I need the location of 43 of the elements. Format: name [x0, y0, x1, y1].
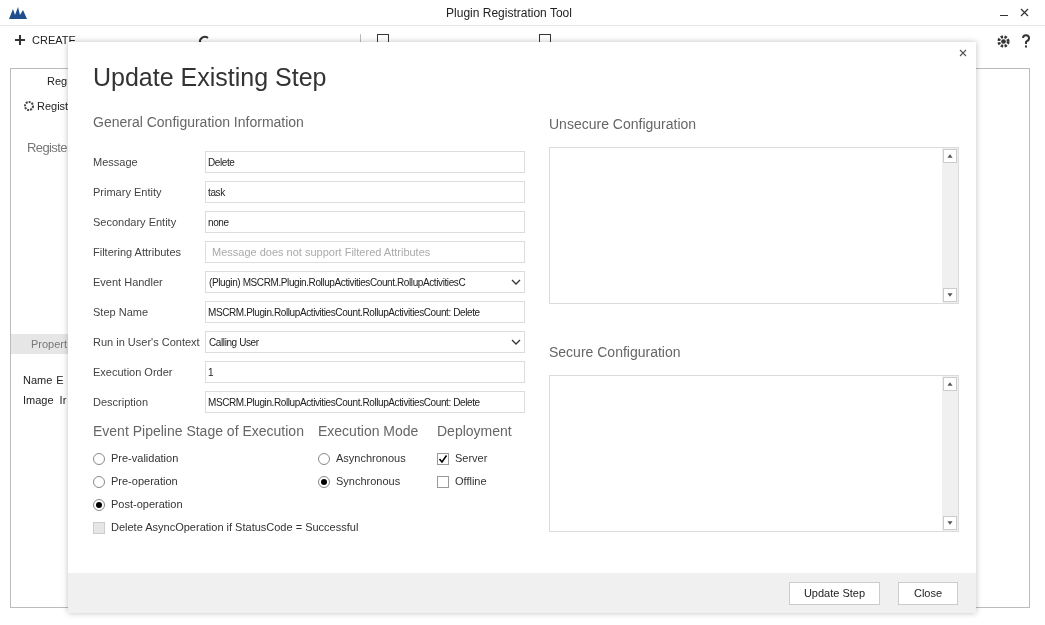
- field-label: Step Name: [93, 304, 150, 320]
- column-header: Name: [23, 372, 53, 388]
- radio-label: Post-operation: [111, 497, 183, 513]
- panel-heading: Registe: [26, 139, 68, 157]
- field-label: Primary Entity: [93, 184, 163, 200]
- tab[interactable]: Reg: [11, 73, 71, 90]
- checkbox-label: Offline: [455, 474, 487, 490]
- field-label: Filtering Attributes: [93, 244, 183, 260]
- radio-label: Asynchronous: [336, 451, 406, 467]
- field-label: Event Handler: [93, 274, 164, 290]
- radio-label: Pre-operation: [111, 474, 178, 490]
- section-heading: Event Pipeline Stage of Execution: [93, 422, 305, 441]
- input-field[interactable]: task: [205, 181, 525, 203]
- table-cell-text: Image: [23, 393, 54, 408]
- section-heading: Deployment: [437, 422, 512, 441]
- dialog-button[interactable]: Update Step: [789, 581, 880, 605]
- input-field[interactable]: none: [205, 211, 525, 233]
- checkbox-label: Delete AsyncOperation if StatusCode = Successful: [111, 520, 359, 536]
- radio-label: Pre-validation: [111, 451, 179, 467]
- input-field[interactable]: 1: [205, 361, 525, 383]
- field-label: Execution Order: [93, 364, 174, 380]
- dropdown[interactable]: (Plugin) MSCRM.Plugin.RollupActivitiesCount.RollupActivitiesC: [205, 271, 525, 293]
- radio-label: Synchronous: [336, 474, 401, 490]
- field-label: Message: [93, 154, 139, 170]
- table-cell-text: Ir: [59, 393, 67, 408]
- properties-header: Propert: [11, 333, 71, 354]
- dialog-title: Update Existing Step: [93, 62, 328, 93]
- section-heading: Execution Mode: [318, 422, 420, 441]
- dropdown[interactable]: Calling User: [205, 331, 525, 353]
- dialog-button[interactable]: Close: [898, 581, 958, 605]
- checkbox-label: Server: [455, 451, 488, 467]
- input-field[interactable]: Delete: [205, 151, 525, 173]
- section-heading: Secure Configuration: [549, 343, 682, 362]
- field-label: Description: [93, 394, 150, 410]
- column-header: E: [56, 372, 64, 388]
- input-field[interactable]: MSCRM.Plugin.RollupActivitiesCount.RollupActivitiesCount: Delete: [205, 301, 525, 323]
- window-title: Plugin Registration Tool: [445, 4, 573, 22]
- section-heading: General Configuration Information: [93, 113, 305, 132]
- field-label: Secondary Entity: [93, 214, 178, 230]
- field-label: Run in User's Context: [93, 334, 201, 350]
- input-field[interactable]: MSCRM.Plugin.RollupActivitiesCount.RollupActivitiesCount: Delete: [205, 391, 525, 413]
- section-heading: Unsecure Configuration: [549, 115, 698, 134]
- register-button[interactable]: Regist: [37, 97, 69, 114]
